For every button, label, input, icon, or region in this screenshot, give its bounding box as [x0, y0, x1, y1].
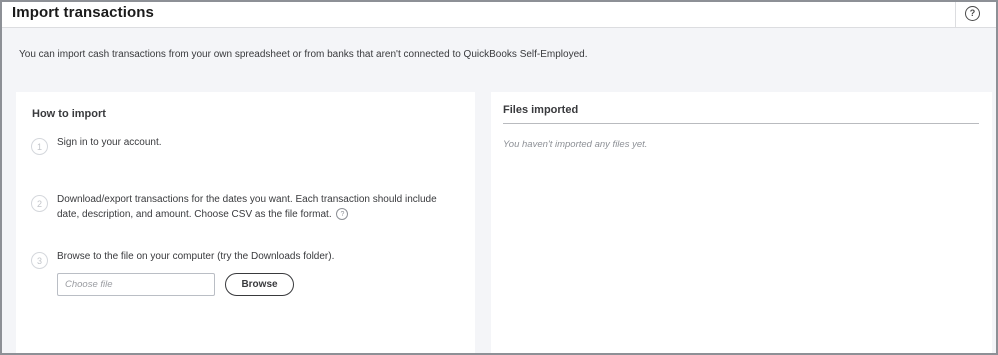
- step-2-number: 2: [31, 195, 48, 212]
- step-3-text: Browse to the file on your computer (try…: [57, 251, 335, 262]
- intro-text: You can import cash transactions from yo…: [19, 49, 588, 60]
- header-divider: [955, 2, 956, 27]
- choose-file-input[interactable]: [57, 273, 215, 296]
- files-imported-divider: [503, 123, 979, 124]
- step-3-number: 3: [31, 252, 48, 269]
- csv-tip-icon[interactable]: ?: [336, 208, 349, 221]
- files-imported-panel: Files imported You haven't imported any …: [491, 92, 992, 353]
- step-2-text-block: Download/export transactions for the dat…: [57, 192, 457, 222]
- import-transactions-window: Import transactions ? You can import cas…: [0, 0, 998, 355]
- files-imported-empty-message: You haven't imported any files yet.: [503, 139, 648, 150]
- step-1-text: Sign in to your account.: [57, 137, 162, 148]
- help-icon[interactable]: ?: [965, 6, 980, 21]
- page-header: Import transactions ?: [2, 2, 996, 28]
- page-title: Import transactions: [12, 4, 154, 21]
- files-imported-heading: Files imported: [503, 104, 579, 116]
- browse-button[interactable]: Browse: [225, 273, 294, 296]
- step-2-text: Download/export transactions for the dat…: [57, 194, 437, 220]
- how-to-import-panel: How to import 1 Sign in to your account.…: [16, 92, 475, 353]
- step-1-number: 1: [31, 138, 48, 155]
- how-to-import-heading: How to import: [32, 108, 106, 120]
